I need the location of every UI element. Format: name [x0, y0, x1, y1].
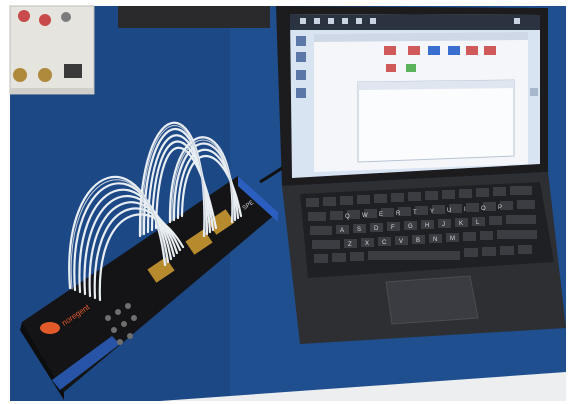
svg-text:P: P: [498, 205, 502, 211]
svg-text:H: H: [425, 223, 429, 229]
svg-text:O: O: [481, 206, 486, 212]
svg-text:V: V: [399, 239, 403, 245]
svg-text:R: R: [396, 211, 401, 217]
svg-text:D: D: [374, 226, 379, 232]
svg-text:K: K: [459, 221, 463, 227]
svg-text:J: J: [442, 222, 445, 228]
laptop-screen: [276, 6, 548, 186]
lab-instrument: [9, 5, 95, 95]
laptop-keyboard: Q W E R T Y U I O P A S D F G H J K L Z …: [282, 172, 566, 344]
svg-text:M: M: [450, 236, 455, 242]
photo-scene: Q W E R T Y U I O P A S D F G H J K L Z …: [0, 0, 576, 404]
svg-text:C: C: [382, 240, 387, 246]
svg-text:E: E: [379, 212, 383, 218]
svg-text:N: N: [433, 237, 437, 243]
svg-text:Y: Y: [430, 209, 434, 215]
svg-text:B: B: [416, 238, 420, 244]
svg-text:U: U: [447, 208, 451, 214]
svg-text:Z: Z: [348, 242, 352, 248]
svg-text:A: A: [340, 228, 344, 234]
svg-text:X: X: [365, 241, 369, 247]
svg-text:G: G: [408, 224, 413, 230]
dark-object-top: [118, 6, 270, 28]
svg-text:T: T: [413, 210, 417, 216]
svg-text:Q: Q: [345, 214, 350, 220]
touchpad: [385, 275, 479, 325]
svg-text:W: W: [362, 213, 368, 219]
svg-text:F: F: [391, 225, 395, 231]
svg-text:S: S: [357, 227, 361, 233]
